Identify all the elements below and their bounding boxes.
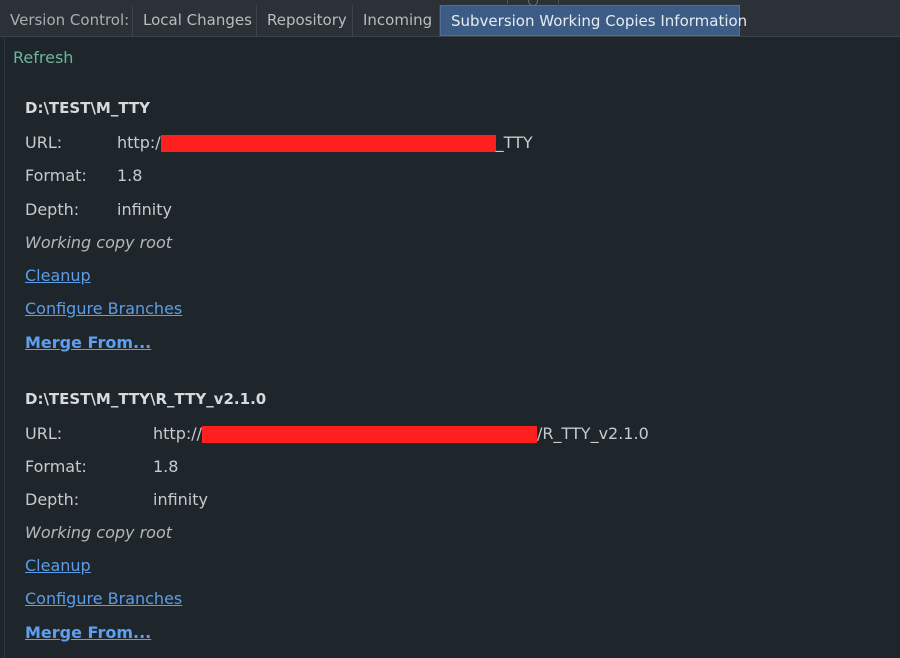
- working-copies-content: Refresh D:\TEST\M_TTY URL: http:/ _TTY Fo…: [4, 37, 900, 658]
- working-copy-block: D:\TEST\M_TTY\R_TTY_v2.1.0 URL: http:// /…: [25, 390, 885, 650]
- format-label: Format:: [25, 457, 87, 476]
- depth-label: Depth:: [25, 200, 80, 219]
- working-copy-root-note: Working copy root: [25, 233, 173, 252]
- merge-from-link[interactable]: Merge From...: [25, 333, 151, 352]
- url-label: URL:: [25, 133, 63, 152]
- tab-repository[interactable]: Repository: [257, 5, 353, 36]
- tool-window-tab-bar: Version Control: Local Changes Repositor…: [0, 0, 900, 37]
- redaction-bar: [160, 135, 496, 152]
- svn-working-copies-panel: Version Control: Local Changes Repositor…: [0, 0, 900, 658]
- url-prefix: http:/: [117, 133, 161, 152]
- format-value: 1.8: [153, 457, 179, 476]
- working-copy-path: D:\TEST\M_TTY\R_TTY_v2.1.0: [25, 390, 267, 408]
- depth-label: Depth:: [25, 490, 80, 509]
- cleanup-link[interactable]: Cleanup: [25, 556, 91, 575]
- drag-handle-icon: [528, 0, 538, 6]
- url-label: URL:: [25, 424, 63, 443]
- refresh-link[interactable]: Refresh: [13, 48, 73, 67]
- merge-from-link[interactable]: Merge From...: [25, 623, 151, 642]
- url-suffix: /R_TTY_v2.1.0: [537, 424, 649, 443]
- configure-branches-link[interactable]: Configure Branches: [25, 589, 182, 608]
- working-copy-path: D:\TEST\M_TTY: [25, 99, 151, 117]
- format-value: 1.8: [117, 166, 143, 185]
- url-prefix: http://: [153, 424, 203, 443]
- url-value: http:/ _TTY: [117, 133, 533, 152]
- tab-subversion-working-copies[interactable]: Subversion Working Copies Information: [440, 5, 747, 36]
- redaction-bar: [202, 426, 538, 443]
- tab-version-control-title: Version Control:: [0, 5, 133, 36]
- drag-handle[interactable]: [507, 0, 559, 6]
- working-copy-root-note: Working copy root: [25, 523, 173, 542]
- working-copy-block: D:\TEST\M_TTY URL: http:/ _TTY Format: 1.…: [25, 99, 885, 359]
- url-suffix: _TTY: [495, 133, 533, 152]
- tab-local-changes[interactable]: Local Changes: [133, 5, 257, 36]
- tab-incoming[interactable]: Incoming: [353, 5, 440, 36]
- depth-value: infinity: [117, 200, 172, 219]
- depth-value: infinity: [153, 490, 208, 509]
- url-value: http:// /R_TTY_v2.1.0: [153, 424, 649, 443]
- format-label: Format:: [25, 166, 87, 185]
- cleanup-link[interactable]: Cleanup: [25, 266, 91, 285]
- configure-branches-link[interactable]: Configure Branches: [25, 299, 182, 318]
